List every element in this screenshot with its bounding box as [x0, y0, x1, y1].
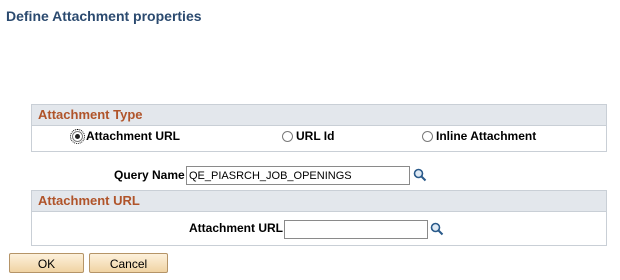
radio-label-url-id: URL Id [296, 129, 335, 143]
search-icon[interactable] [413, 168, 427, 182]
page-title: Define Attachment properties [6, 8, 202, 24]
radio-inline-attachment[interactable]: Inline Attachment [422, 129, 536, 143]
radio-url-id[interactable]: URL Id [282, 129, 334, 143]
attachment-type-header: Attachment Type [32, 105, 606, 126]
attachment-url-header: Attachment URL [32, 191, 606, 212]
radio-label-attachment-url: Attachment URL [86, 129, 181, 143]
radio-attachment-url[interactable]: Attachment URL [70, 128, 181, 144]
query-name-input[interactable] [186, 166, 410, 185]
attachment-type-group: Attachment Type [31, 104, 607, 152]
search-icon[interactable] [430, 222, 444, 236]
cancel-button[interactable]: Cancel [89, 253, 168, 273]
ok-button[interactable]: OK [9, 253, 84, 273]
radio-label-inline-attachment: Inline Attachment [436, 129, 537, 143]
attachment-url-input[interactable] [284, 220, 428, 239]
radio-button-attachment-url[interactable] [70, 128, 85, 144]
radio-button-url-id[interactable] [282, 130, 293, 142]
query-name-label: Query Name [114, 168, 185, 182]
radio-button-inline-attachment[interactable] [422, 130, 433, 142]
attachment-url-label: Attachment URL [189, 221, 284, 235]
